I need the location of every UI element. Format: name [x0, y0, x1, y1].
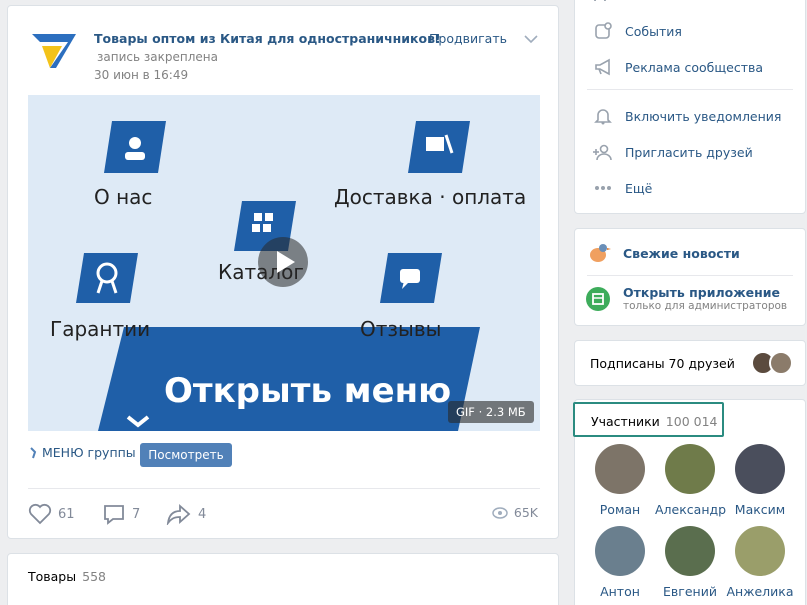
- friends-card[interactable]: Подписаны 70 друзей: [574, 340, 806, 386]
- community-actions-card: События Реклама сообщества Включить увед…: [574, 0, 806, 214]
- sidebar-item-ads[interactable]: Реклама сообщества: [575, 49, 805, 85]
- goods-title-label: Товары: [28, 569, 77, 584]
- members-card: Участники 100 014 Роман Александр Максим …: [573, 399, 806, 605]
- guarantees-label: Гарантии: [50, 317, 151, 341]
- sidebar-item-more[interactable]: Ещё: [575, 170, 805, 206]
- heart-icon: [28, 503, 52, 525]
- views-counter: 65K: [492, 505, 538, 520]
- more-label: Ещё: [625, 180, 653, 196]
- promote-button[interactable]: Продвигать: [429, 31, 507, 46]
- avatar: [595, 444, 645, 494]
- members-header[interactable]: Участники 100 014: [573, 402, 724, 437]
- group-logo[interactable]: [32, 32, 76, 70]
- more-icon: [595, 186, 611, 190]
- gif-preview[interactable]: О нас Доставка · оплата Каталог Гарантии…: [28, 95, 540, 431]
- menu-link[interactable]: МЕНЮ группы: [28, 445, 136, 460]
- member-item[interactable]: Анжелика: [725, 526, 795, 599]
- events-icon: [595, 22, 612, 39]
- goods-title[interactable]: Товары 558: [28, 569, 106, 584]
- comment-button[interactable]: 7: [102, 503, 140, 525]
- avatar: [735, 444, 785, 494]
- bird-icon: [590, 244, 611, 262]
- reviews-label: Отзывы: [360, 317, 442, 341]
- goods-card: Товары 558: [7, 553, 559, 605]
- friend-avatar: [769, 351, 793, 375]
- pinned-label: запись закреплена: [97, 50, 218, 64]
- shares-count: 4: [198, 506, 207, 522]
- play-button[interactable]: [258, 237, 308, 287]
- ads-label: Реклама сообщества: [625, 59, 764, 75]
- goods-count: 558: [82, 569, 106, 584]
- member-name: Александр: [655, 502, 727, 517]
- avatar: [665, 526, 715, 576]
- delivery-label: Доставка · оплата: [334, 185, 527, 209]
- member-name: Анжелика: [726, 584, 794, 599]
- chevron-down-icon[interactable]: [524, 32, 538, 46]
- partial-icon: [594, 0, 606, 2]
- open-app-sub: только для администраторов: [623, 300, 788, 312]
- member-name: Роман: [599, 502, 641, 517]
- comment-icon: [104, 505, 124, 525]
- open-menu-label: Открыть меню: [164, 371, 452, 411]
- menu-separator: [587, 89, 793, 90]
- avatar: [595, 526, 645, 576]
- views-count: 65K: [513, 505, 538, 520]
- member-name: Антон: [600, 584, 640, 599]
- friends-subscribed: Подписаны 70 друзей: [590, 356, 735, 371]
- member-item[interactable]: Антон: [585, 526, 655, 599]
- app-icon: [586, 286, 610, 311]
- events-label: События: [625, 23, 682, 39]
- view-button[interactable]: Посмотреть: [140, 443, 232, 467]
- menu-link-label: МЕНЮ группы: [42, 445, 136, 460]
- news-label: Свежие новости: [623, 245, 740, 261]
- member-name: Евгений: [663, 584, 717, 599]
- invite-label: Пригласить друзей: [625, 144, 753, 160]
- gif-size-badge: GIF · 2.3 МБ: [448, 401, 534, 423]
- guarantees-tile: [76, 253, 138, 303]
- post-divider: [28, 488, 540, 489]
- avatar: [735, 526, 785, 576]
- members-title: Участники: [591, 414, 660, 429]
- sidebar-item-notifications[interactable]: Включить уведомления: [575, 98, 805, 134]
- news-app[interactable]: Свежие новости: [585, 241, 740, 265]
- sidebar-item-invite[interactable]: Пригласить друзей: [575, 134, 805, 170]
- members-count: 100 014: [665, 414, 718, 429]
- invite-icon: [593, 144, 612, 161]
- notifications-label: Включить уведомления: [625, 108, 782, 124]
- post-card: Товары оптом из Китая для одностраничник…: [7, 5, 559, 539]
- post-author[interactable]: Товары оптом из Китая для одностраничник…: [94, 31, 441, 46]
- like-button[interactable]: 61: [28, 503, 75, 525]
- eye-icon: [492, 506, 508, 519]
- open-app-label: Открыть приложение: [623, 285, 780, 300]
- open-app[interactable]: Открыть приложение только для администра…: [585, 285, 787, 312]
- megaphone-icon: [595, 58, 610, 76]
- share-button[interactable]: 4: [166, 503, 206, 525]
- comments-count: 7: [132, 506, 141, 522]
- member-item[interactable]: Роман: [585, 444, 655, 517]
- member-item[interactable]: Александр: [655, 444, 727, 517]
- avatar: [665, 444, 715, 494]
- post-date[interactable]: 30 июн в 16:49: [94, 68, 188, 82]
- play-icon: [277, 251, 295, 273]
- member-item[interactable]: Евгений: [655, 526, 725, 599]
- bell-icon: [594, 109, 612, 125]
- likes-count: 61: [58, 506, 75, 522]
- member-item[interactable]: Максим: [725, 444, 795, 517]
- apps-card: Свежие новости Открыть приложение только…: [574, 228, 806, 326]
- sidebar-item-events[interactable]: События: [575, 13, 805, 49]
- about-label: О нас: [94, 185, 153, 209]
- apps-separator: [587, 275, 793, 276]
- member-name: Максим: [734, 502, 786, 517]
- link-icon: [30, 446, 37, 458]
- share-icon: [166, 503, 191, 525]
